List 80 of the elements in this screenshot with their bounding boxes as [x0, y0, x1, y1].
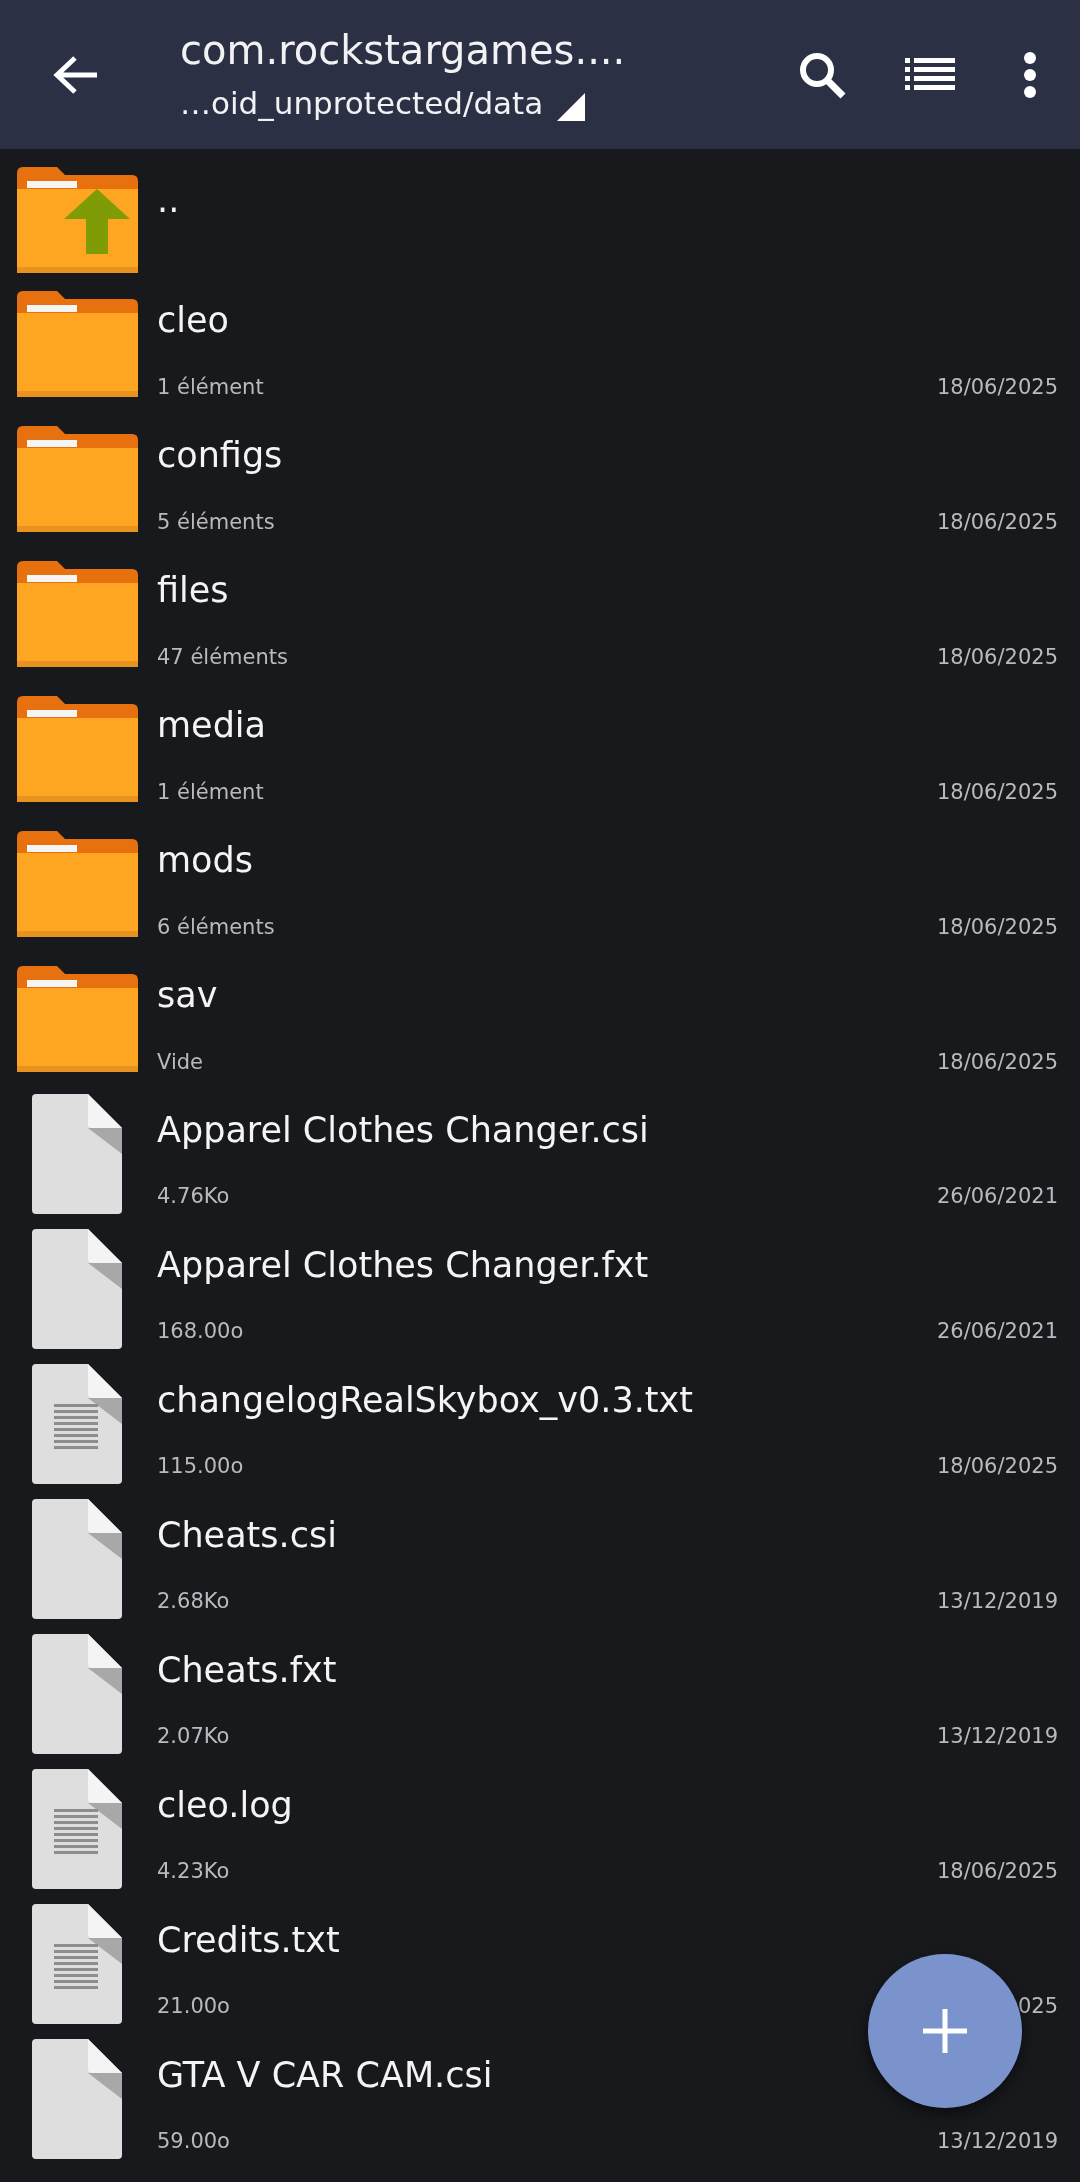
file-row[interactable]: Cheats.fxt 2.07Ko 13/12/2019 [0, 1627, 1080, 1762]
file-row[interactable]: Apparel Clothes Changer.fxt 168.00o 26/06/2021 [0, 1222, 1080, 1357]
item-name: files [157, 569, 229, 611]
file-row[interactable]: configs 5 éléments 18/06/2025 [0, 412, 1080, 547]
file-icon [32, 2039, 122, 2159]
plus-icon [923, 2009, 967, 2053]
item-date: 18/06/2025 [936, 779, 1058, 805]
file-icon [32, 1499, 122, 1619]
file-row[interactable]: media 1 élément 18/06/2025 [0, 682, 1080, 817]
item-info: 4.76Ko [157, 1183, 230, 1209]
item-date: 18/06/2025 [936, 914, 1058, 940]
parent-folder-icon [17, 167, 138, 273]
item-info: 5 éléments [157, 509, 275, 535]
file-row[interactable]: changelogRealSkybox_v0.3.txt 115.00o 18/06/2025 [0, 1357, 1080, 1492]
folder-icon [17, 831, 138, 937]
item-date: 26/06/2021 [936, 1183, 1058, 1209]
folder-icon [17, 426, 138, 532]
item-name: configs [157, 434, 283, 476]
item-name: GTA V CAR CAM.csi [157, 2054, 493, 2096]
item-date: 18/06/2025 [936, 644, 1058, 670]
file-row[interactable]: Cheats.csi 2.68Ko 13/12/2019 [0, 1492, 1080, 1627]
folder-path: …oid_unprotected/data [180, 86, 544, 121]
item-name: media [157, 704, 267, 746]
back-arrow-icon [53, 54, 99, 95]
folder-icon [17, 696, 138, 802]
item-date: 025 [1017, 1993, 1058, 2019]
folder-icon [17, 291, 138, 397]
item-info: 2.68Ko [157, 1588, 230, 1614]
item-name: Cheats.fxt [157, 1649, 337, 1691]
item-name: Credits.txt [157, 1919, 340, 1961]
item-name: cleo.log [157, 1784, 293, 1826]
dropdown-corner-icon[interactable] [557, 92, 586, 121]
folder-title: com.rockstargames.... [180, 28, 627, 73]
more-icon [1023, 51, 1037, 98]
item-date: 18/06/2025 [936, 374, 1058, 400]
item-info: 59.00o [157, 2128, 230, 2154]
file-row[interactable]: mods 6 éléments 18/06/2025 [0, 817, 1080, 952]
list-icon [905, 57, 955, 92]
file-row[interactable]: sav Vide 18/06/2025 [0, 952, 1080, 1087]
item-date: 26/06/2021 [936, 1318, 1058, 1344]
file-icon [32, 1634, 122, 1754]
item-date: 13/12/2019 [936, 2128, 1058, 2154]
item-name: cleo [157, 299, 229, 341]
file-row[interactable]: Credits.txt 21.00o 025 [0, 1897, 1080, 2032]
item-name: changelogRealSkybox_v0.3.txt [157, 1379, 693, 1421]
item-info: 4.23Ko [157, 1858, 230, 1884]
folder-icon [17, 966, 138, 1072]
text-file-icon [32, 1364, 122, 1484]
item-info: 47 éléments [157, 644, 288, 670]
item-name: .. [157, 179, 180, 221]
file-icon [32, 1229, 122, 1349]
item-info: 21.00o [157, 1993, 230, 2019]
item-date: 18/06/2025 [936, 1049, 1058, 1075]
text-file-icon [32, 1769, 122, 1889]
item-date: 13/12/2019 [936, 1723, 1058, 1749]
item-info: 115.00o [157, 1453, 244, 1479]
file-icon [32, 1094, 122, 1214]
item-name: Apparel Clothes Changer.csi [157, 1109, 649, 1151]
text-file-icon [32, 1904, 122, 2024]
item-info: 168.00o [157, 1318, 244, 1344]
item-date: 13/12/2019 [936, 1588, 1058, 1614]
item-info: 6 éléments [157, 914, 275, 940]
item-info: 1 élément [157, 779, 264, 805]
folder-icon [17, 561, 138, 667]
parent-folder-row[interactable]: .. [0, 149, 1080, 277]
file-row[interactable]: GTA V CAR CAM.csi 59.00o 13/12/2019 [0, 2032, 1080, 2167]
file-row[interactable]: Apparel Clothes Changer.csi 4.76Ko 26/06/2021 [0, 1087, 1080, 1222]
file-row[interactable]: files 47 éléments 18/06/2025 [0, 547, 1080, 682]
item-date: 18/06/2025 [936, 509, 1058, 535]
item-name: Cheats.csi [157, 1514, 337, 1556]
file-row[interactable]: cleo.log 4.23Ko 18/06/2025 [0, 1762, 1080, 1897]
item-date: 18/06/2025 [936, 1858, 1058, 1884]
item-info: Vide [157, 1049, 203, 1075]
file-row[interactable]: cleo 1 élément 18/06/2025 [0, 277, 1080, 412]
item-info: 2.07Ko [157, 1723, 230, 1749]
item-name: sav [157, 974, 218, 1016]
item-date: 18/06/2025 [936, 1453, 1058, 1479]
item-info: 1 élément [157, 374, 264, 400]
item-name: mods [157, 839, 253, 881]
item-name: Apparel Clothes Changer.fxt [157, 1244, 649, 1286]
